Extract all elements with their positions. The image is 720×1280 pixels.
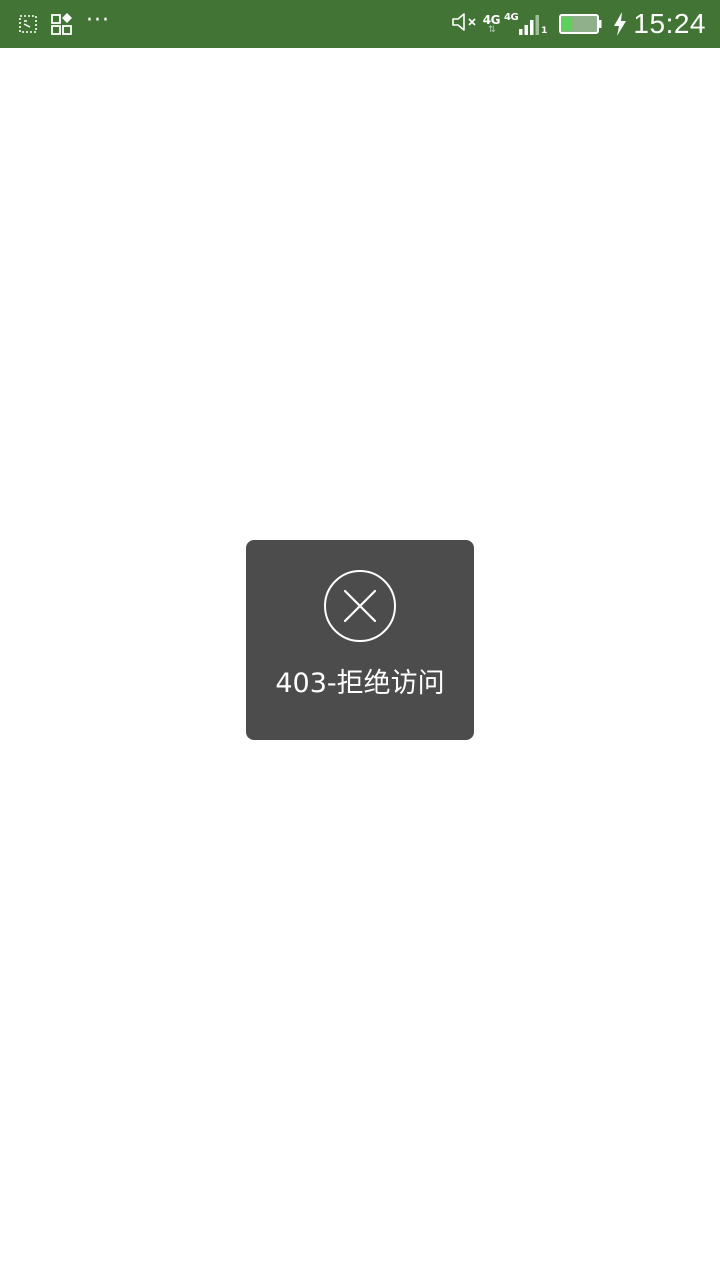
system-icons: 4G ⇅ 4G 1 15:24 [451,0,706,48]
error-toast: 403-拒绝访问 [246,540,474,740]
charging-icon [613,11,627,37]
sim-slot-label: 1 [541,26,548,36]
network-type-primary: 4G ⇅ [482,12,501,35]
signal-strength-icon [518,12,540,36]
notification-icons: ··· [18,8,122,37]
data-activity-icon: ⇅ [488,24,495,35]
battery-icon [559,13,603,35]
mute-icon [451,10,479,38]
network-type-secondary: 4G [503,12,519,23]
screenshot-icon [18,13,38,35]
apps-icon [50,12,74,36]
more-notifications-icon: ··· [86,8,110,33]
toast-message: 403-拒绝访问 [275,668,445,699]
clock: 15:24 [633,8,706,39]
close-circle-icon [323,569,397,643]
status-bar: ··· 4G ⇅ 4G 1 15:24 [0,0,720,48]
